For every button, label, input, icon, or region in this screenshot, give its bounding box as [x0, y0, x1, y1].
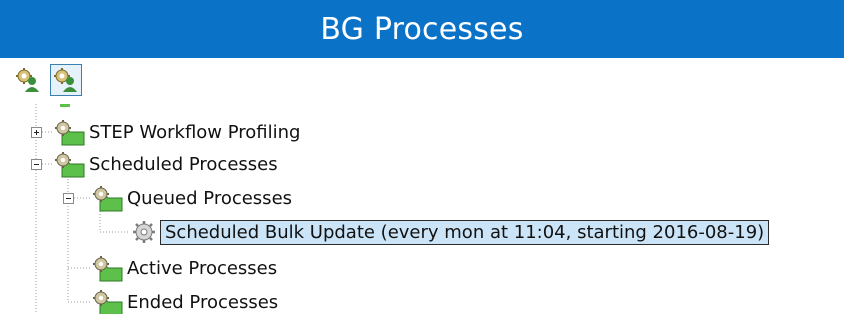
process-tree: STEP Workflow Profiling Scheduled Proces…: [0, 104, 844, 314]
bg-processes-panel: BG Processes STEP Workflow Profiling Sch…: [0, 0, 844, 314]
process-user-icon: [54, 68, 77, 92]
tree-node-scheduled-processes[interactable]: Scheduled Processes: [52, 147, 281, 181]
tree-node-queued-processes[interactable]: Queued Processes: [90, 181, 295, 215]
folder-gear-icon: [55, 152, 85, 178]
folder-gear-icon: [93, 186, 123, 212]
gear-icon: [133, 221, 155, 243]
process-user-icon: [16, 68, 39, 92]
toolbar-button-1[interactable]: [12, 64, 44, 96]
tree-node-label: Queued Processes: [127, 187, 293, 209]
tree-node-scheduled-bulk-update[interactable]: Scheduled Bulk Update (every mon at 11:0…: [130, 215, 770, 249]
tree-node-label: Scheduled Bulk Update (every mon at 11:0…: [160, 219, 770, 245]
folder-gear-icon: [93, 290, 123, 314]
tree-node-label: Active Processes: [127, 257, 278, 279]
tree-node-label: STEP Workflow Profiling: [89, 121, 301, 143]
toolbar-button-2[interactable]: [50, 64, 82, 96]
folder-gear-icon: [55, 120, 85, 146]
folder-gear-icon: [93, 256, 123, 282]
tree-node-active-processes[interactable]: Active Processes: [90, 251, 280, 285]
tree-node-ended-processes[interactable]: Ended Processes: [90, 285, 281, 314]
collapse-button[interactable]: [31, 159, 42, 170]
tree-node-label: Scheduled Processes: [89, 153, 278, 175]
toolbar: [12, 64, 82, 98]
collapse-button[interactable]: [63, 193, 74, 204]
tree-node-label: Ended Processes: [127, 291, 279, 313]
tree-node-step-workflow-profiling[interactable]: STEP Workflow Profiling: [52, 115, 303, 149]
panel-title-bar: BG Processes: [0, 0, 844, 58]
panel-title: BG Processes: [320, 11, 524, 47]
expand-button[interactable]: [31, 127, 42, 138]
